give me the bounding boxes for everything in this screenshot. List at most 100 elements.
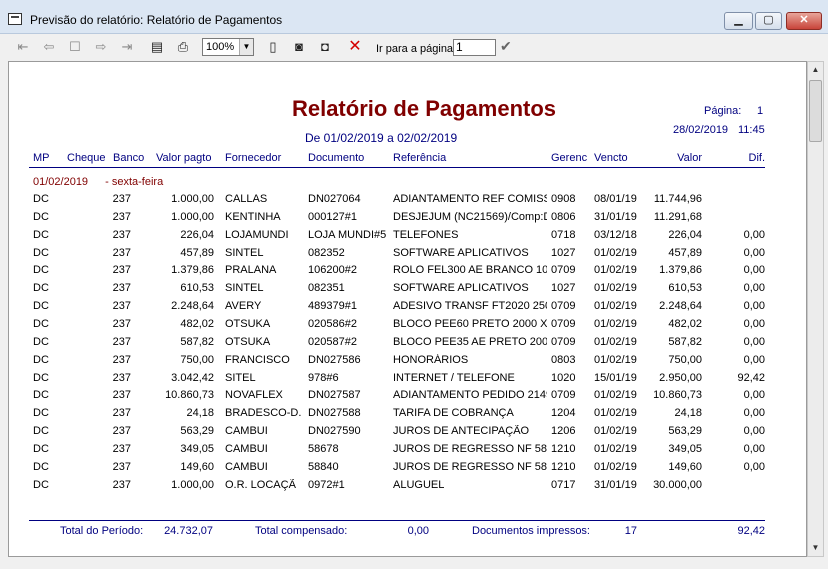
cell-valor-pagto: 24,18: [186, 407, 214, 420]
cell-valor: 10.860,73: [653, 389, 702, 402]
cell-mp: DC: [33, 407, 49, 420]
checkmark-icon[interactable]: ✔: [500, 38, 512, 55]
cell-fornecedor: SITEL: [225, 371, 256, 384]
cell-banco: 237: [112, 193, 131, 205]
cell-gerenc: 1027: [551, 246, 576, 259]
close-icon: ✕: [799, 14, 809, 26]
cell-valor-pagto: 750,00: [180, 353, 214, 366]
cell-banco: 237: [112, 425, 131, 438]
cell-fornecedor: SINTEL: [225, 282, 264, 295]
print-icon[interactable]: ⎙: [174, 38, 192, 56]
table-row: DC 237 349,05 CAMBUI 58678 JUROS DE REGRESSO …: [9, 442, 806, 460]
cell-banco: 237: [112, 460, 131, 473]
cell-fornecedor: O.R. LOCAÇÃ: [225, 478, 296, 491]
cell-documento: 58678: [308, 442, 339, 455]
cell-valor-pagto: 482,02: [180, 317, 214, 330]
cell-dif: 0,00: [743, 264, 765, 277]
table-row: DC 237 10.860,73 NOVAFLEX DN027587 ADIANTAMEN…: [9, 389, 806, 406]
cell-valor-pagto: 587,82: [180, 335, 214, 348]
col-header-fornecedor: Fornecedor: [225, 152, 282, 164]
report-title: Relatório de Pagamentos: [291, 96, 557, 121]
col-header-banco: Banco: [113, 152, 145, 164]
previous-page-icon[interactable]: ⇦: [40, 38, 58, 56]
two-pages-icon[interactable]: ◘: [316, 38, 334, 56]
cell-valor: 24,18: [674, 407, 702, 420]
cell-documento: 58840: [308, 460, 339, 473]
cell-documento: 0972#1: [308, 478, 345, 491]
cell-referencia: BLOCO PEE35 AE PRETO 2000: [393, 335, 547, 348]
minimize-button[interactable]: ▁: [724, 12, 753, 30]
close-preview-icon[interactable]: ✕: [346, 38, 364, 56]
cell-dif: 0,00: [743, 442, 765, 455]
cell-banco: 237: [112, 442, 131, 455]
stop-icon[interactable]: ☐: [66, 38, 84, 56]
vertical-scrollbar[interactable]: ▲ ▼: [807, 61, 824, 557]
table-row: DC 237 226,04 LOJAMUNDI LOJA MUNDI#5 TELEFONE…: [9, 228, 806, 246]
total-value: 24.732,07: [164, 525, 213, 537]
first-page-icon[interactable]: ⇤: [14, 38, 32, 56]
print-setup-icon[interactable]: ▤: [148, 38, 166, 56]
goto-page-input[interactable]: 1: [453, 39, 496, 56]
cell-dif: 0,00: [743, 425, 765, 438]
cell-dif: 0,00: [743, 246, 765, 259]
cell-valor: 349,05: [668, 442, 702, 455]
cell-banco: 237: [112, 407, 131, 420]
zoom-select[interactable]: 100% ▼: [202, 38, 254, 56]
report-window-icon: [8, 13, 22, 25]
last-page-icon[interactable]: ⇥: [118, 38, 136, 56]
cell-documento: 082351: [308, 282, 345, 295]
page-width-icon[interactable]: ◙: [290, 38, 308, 56]
cell-banco: 237: [112, 389, 131, 402]
cell-valor: 750,00: [668, 353, 702, 366]
table-row: DC 237 482,02 OTSUKA 020586#2 BLOCO PEE60 PRE…: [9, 317, 806, 335]
next-page-icon[interactable]: ⇨: [92, 38, 110, 56]
cell-fornecedor: SINTEL: [225, 246, 264, 259]
table-row: DC 237 3.042,42 SITEL 978#6 INTERNET / TELEFO…: [9, 371, 806, 389]
scroll-down-icon[interactable]: ▼: [808, 540, 823, 556]
report-time: 11:45: [738, 124, 765, 136]
cell-valor: 563,29: [668, 425, 702, 438]
cell-mp: DC: [33, 300, 49, 313]
cell-gerenc: 1020: [551, 371, 576, 384]
table-row: DC 237 750,00 FRANCISCO DN027586 HONORÁRIOS 08…: [9, 353, 806, 371]
compensado-value: 0,00: [407, 525, 429, 537]
cell-banco: 237: [112, 228, 131, 241]
maximize-button[interactable]: ▢: [755, 12, 782, 30]
cell-documento: DN027587: [308, 389, 361, 402]
table-row: DC 237 1.000,00 CALLAS DN027064 ADIANTAMENTO …: [9, 193, 806, 210]
cell-mp: DC: [33, 353, 49, 366]
close-button[interactable]: ✕: [786, 12, 822, 30]
scroll-up-icon[interactable]: ▲: [808, 62, 823, 78]
cell-documento: DN027590: [308, 425, 361, 438]
cell-dif: 92,42: [737, 371, 765, 384]
cell-referencia: TELEFONES: [393, 228, 459, 241]
scroll-thumb[interactable]: [809, 80, 822, 142]
cell-valor: 1.379,86: [659, 264, 702, 277]
cell-mp: DC: [33, 371, 49, 384]
one-page-icon[interactable]: ▯: [264, 38, 282, 56]
cell-dif: 0,00: [743, 389, 765, 402]
cell-referencia: TARIFA DE COBRANÇA: [393, 407, 514, 420]
cell-referencia: JUROS DE ANTECIPAÇÃO: [393, 425, 530, 438]
cell-dif: 0,00: [743, 353, 765, 366]
cell-gerenc: 0803: [551, 353, 576, 366]
minimize-icon: ▁: [734, 14, 743, 26]
cell-banco: 237: [112, 282, 131, 295]
col-header-cheque: Cheque: [67, 152, 106, 164]
col-header-valor: Valor: [677, 152, 702, 164]
cell-referencia: INTERNET / TELEFONE: [393, 371, 515, 384]
cell-mp: DC: [33, 335, 49, 348]
cell-banco: 237: [112, 300, 131, 313]
cell-valor-pagto: 1.000,00: [171, 478, 214, 491]
page-label: Página:: [704, 105, 742, 117]
cell-valor-pagto: 1.379,86: [171, 264, 214, 277]
col-header-mp: MP: [33, 152, 50, 164]
col-header-documento: Documento: [308, 152, 365, 164]
cell-valor-pagto: 349,05: [180, 442, 214, 455]
cell-gerenc: 1204: [551, 407, 576, 420]
cell-documento: 020587#2: [308, 335, 357, 348]
cell-valor: 149,60: [668, 460, 702, 473]
cell-fornecedor: AVERY: [225, 300, 262, 313]
cell-dif: 0,00: [743, 228, 765, 241]
cell-valor: 226,04: [668, 228, 702, 241]
